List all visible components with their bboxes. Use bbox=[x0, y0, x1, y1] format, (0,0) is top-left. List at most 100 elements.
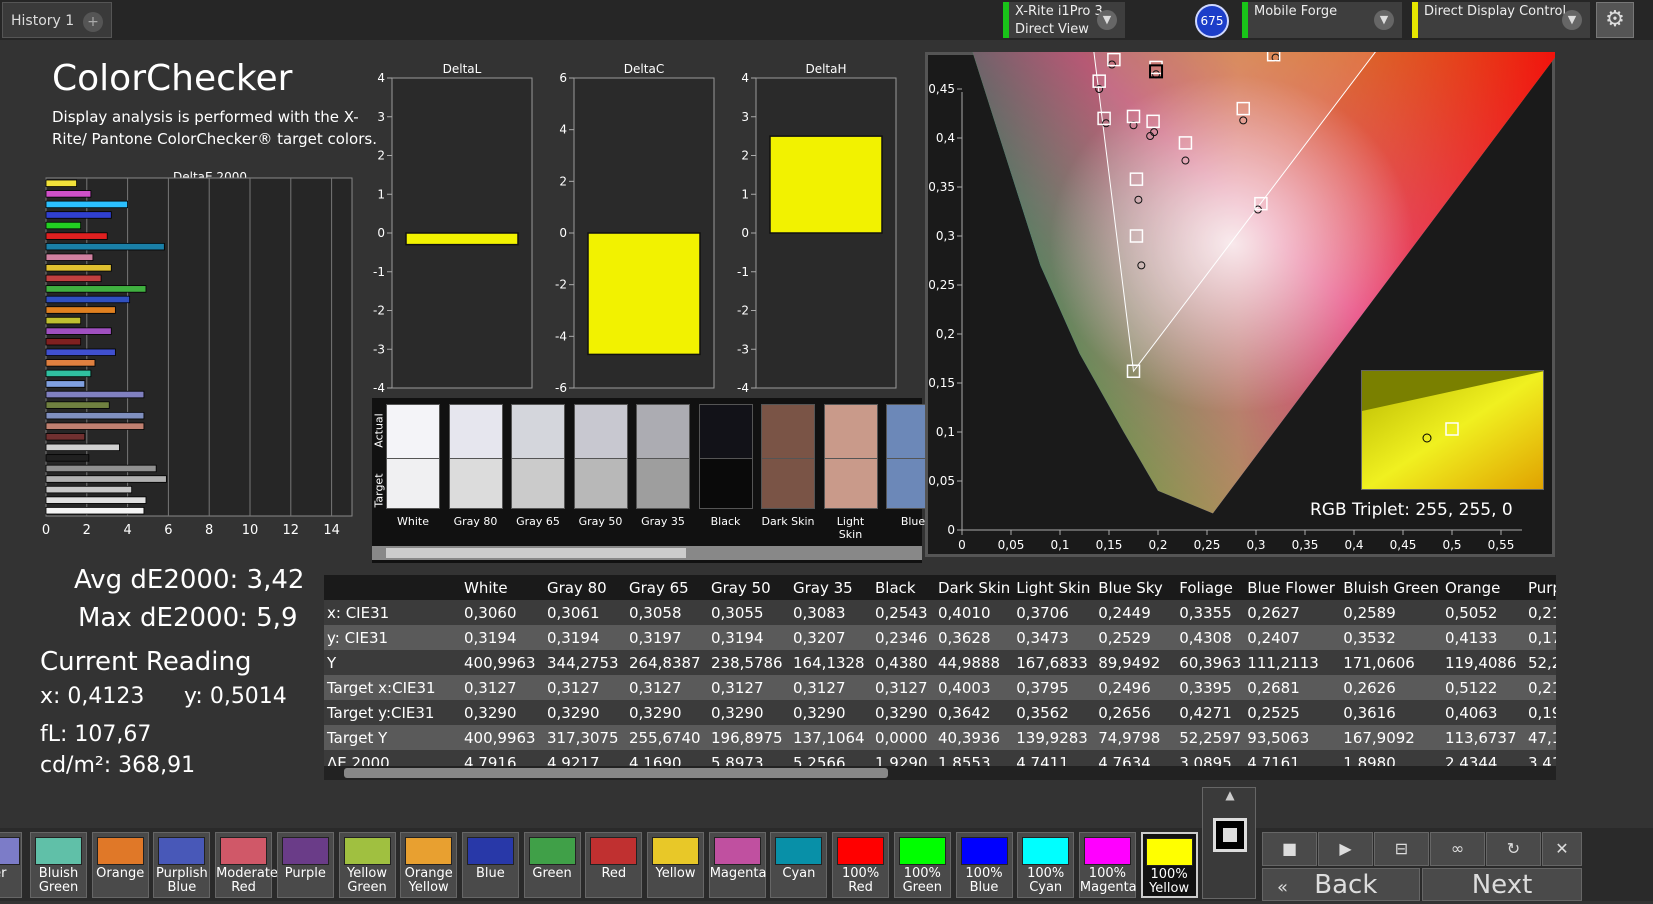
patch-button[interactable]: Cyan bbox=[770, 832, 828, 898]
patch-button[interactable]: Magenta bbox=[708, 832, 766, 898]
inset-plot bbox=[1362, 371, 1543, 489]
patch-button[interactable]: Green bbox=[523, 832, 581, 898]
patch-button[interactable]: 100% Blue bbox=[955, 832, 1013, 898]
patch-button[interactable]: 100% Cyan bbox=[1017, 832, 1075, 898]
deltae-bar bbox=[45, 380, 86, 388]
deltae-bar bbox=[45, 200, 128, 209]
cie-zoom-inset bbox=[1361, 370, 1544, 490]
cie-x-tick-label: 0,45 bbox=[1390, 538, 1417, 552]
gear-icon[interactable]: ⚙ bbox=[1596, 2, 1634, 38]
reading-cdm2: cd/m²: 368,91 bbox=[40, 753, 196, 778]
deltae-tick-label: 8 bbox=[205, 523, 213, 538]
table-cell: 0,3127 bbox=[629, 678, 682, 697]
delta-tick-label: 6 bbox=[559, 71, 567, 85]
swatch-item[interactable]: Gray 50 bbox=[573, 404, 628, 544]
delta-tick-label: -4 bbox=[555, 329, 567, 343]
table-cell: 344,2753 bbox=[547, 653, 619, 672]
device-select-display[interactable]: Direct Display Control ▼ bbox=[1412, 2, 1590, 38]
table-cell: 0,3127 bbox=[875, 678, 928, 697]
patch-button[interactable]: ver bbox=[0, 832, 22, 898]
deltae-bar bbox=[45, 211, 112, 219]
table-cell: 0,0000 bbox=[875, 728, 928, 747]
swatch-item[interactable]: Light Skin bbox=[823, 404, 878, 544]
patch-button[interactable]: Blue bbox=[461, 832, 519, 898]
patch-swatch bbox=[775, 837, 823, 865]
delta-tick-label: 2 bbox=[741, 149, 749, 163]
back-button[interactable]: « Back bbox=[1262, 868, 1420, 901]
patch-button[interactable]: 100% Red bbox=[832, 832, 890, 898]
patch-button[interactable]: 100% Yellow bbox=[1140, 832, 1198, 898]
deltae-bar bbox=[45, 422, 145, 430]
device-select-meter[interactable]: X-Rite i1Pro 3 Direct View ▼ bbox=[1003, 2, 1125, 38]
reading-y: y: 0,5014 bbox=[184, 684, 287, 709]
table-cell: 0,3061 bbox=[547, 603, 600, 622]
delta-tick-label: 1 bbox=[377, 187, 385, 201]
table-header-cell: Orange bbox=[1444, 578, 1501, 597]
patch-button[interactable]: Red bbox=[585, 832, 643, 898]
close-icon[interactable]: ✕ bbox=[1542, 832, 1582, 866]
swatch-scrollbar[interactable] bbox=[372, 546, 922, 560]
patch-label: Red bbox=[601, 866, 627, 881]
deltae-bar bbox=[45, 454, 90, 462]
refresh-icon[interactable]: ↻ bbox=[1486, 832, 1541, 866]
swatch-item[interactable]: Dark Skin bbox=[761, 404, 815, 544]
tab-history-1[interactable]: History 1 + bbox=[2, 2, 112, 38]
table-cell: 119,4086 bbox=[1444, 653, 1517, 672]
table-cell: 0,2627 bbox=[1247, 603, 1300, 622]
table-header-cell: Light Skin bbox=[1016, 578, 1091, 597]
row-label-actual: Actual bbox=[372, 413, 386, 448]
table-cell: 74,9798 bbox=[1098, 728, 1161, 747]
table-cell: 0,4271 bbox=[1179, 703, 1232, 722]
play-icon[interactable]: ▶ bbox=[1318, 832, 1373, 866]
max-de2000: Max dE2000: 5,9 bbox=[78, 603, 298, 633]
patch-button[interactable]: Bluish Green bbox=[30, 832, 87, 898]
patch-button[interactable]: Purplish Blue bbox=[153, 832, 211, 898]
patch-swatch bbox=[960, 837, 1008, 865]
patch-swatch bbox=[837, 837, 885, 865]
patch-button[interactable]: Yellow Green bbox=[338, 832, 396, 898]
swatch-name: Gray 65 bbox=[516, 515, 560, 528]
top-bar bbox=[0, 0, 1653, 40]
badge-count[interactable]: 675 bbox=[1195, 4, 1229, 38]
stop-square-icon bbox=[1223, 828, 1237, 842]
table-cell: 0,3395 bbox=[1179, 678, 1232, 697]
delta-tick-label: -2 bbox=[555, 278, 567, 292]
delta-tick-label: -3 bbox=[737, 342, 749, 356]
swatch-item[interactable]: Gray 35 bbox=[636, 404, 690, 544]
loop-icon[interactable]: ∞ bbox=[1430, 832, 1485, 866]
row-label-target: Target bbox=[372, 473, 386, 508]
table-scrollbar[interactable] bbox=[324, 766, 1556, 780]
patch-button[interactable]: Yellow bbox=[647, 832, 704, 898]
patch-button[interactable]: 100% Magenta bbox=[1078, 832, 1137, 898]
table-scrollbar-thumb[interactable] bbox=[344, 768, 888, 778]
scroll-up-icon[interactable]: ▲ bbox=[1213, 788, 1247, 808]
delta-tick-label: 0 bbox=[377, 226, 385, 240]
patch-scroll-control[interactable]: ▲ bbox=[1202, 787, 1256, 899]
deltae-tick-label: 4 bbox=[123, 523, 131, 538]
swatch-item[interactable]: Gray 80 bbox=[448, 404, 503, 544]
patch-button[interactable]: Moderate Red bbox=[215, 832, 278, 898]
deltae-bar bbox=[45, 285, 147, 293]
add-tab-button[interactable]: + bbox=[83, 12, 103, 32]
table-cell: 0,4308 bbox=[1179, 628, 1232, 647]
next-button[interactable]: Next bbox=[1422, 868, 1582, 901]
swatch-item[interactable]: Gray 65 bbox=[511, 404, 565, 544]
patch-button[interactable]: Orange bbox=[91, 832, 149, 898]
patch-button[interactable]: Orange Yellow bbox=[400, 832, 458, 898]
device-select-workflow[interactable]: Mobile Forge ▼ bbox=[1242, 2, 1402, 38]
table-cell: 44,9888 bbox=[938, 653, 1001, 672]
patch-button[interactable]: 100% Green bbox=[893, 832, 951, 898]
scrollbar-thumb[interactable] bbox=[386, 548, 686, 558]
table-header-cell: Gray 50 bbox=[711, 578, 771, 597]
swatch-item[interactable]: White bbox=[386, 404, 440, 544]
table-cell: 0,2626 bbox=[1343, 678, 1396, 697]
delta-tick-label: 3 bbox=[377, 110, 385, 124]
table-cell: 0,3083 bbox=[793, 603, 846, 622]
patch-button[interactable]: Purple bbox=[276, 832, 334, 898]
delta-bar bbox=[769, 135, 883, 234]
swatch-item[interactable]: Black bbox=[698, 404, 753, 544]
stop-toggle[interactable] bbox=[1213, 818, 1247, 852]
table-cell: 167,6833 bbox=[1016, 653, 1088, 672]
stop-icon[interactable]: ■ bbox=[1262, 832, 1317, 866]
step-icon[interactable]: ⊟ bbox=[1374, 832, 1429, 866]
